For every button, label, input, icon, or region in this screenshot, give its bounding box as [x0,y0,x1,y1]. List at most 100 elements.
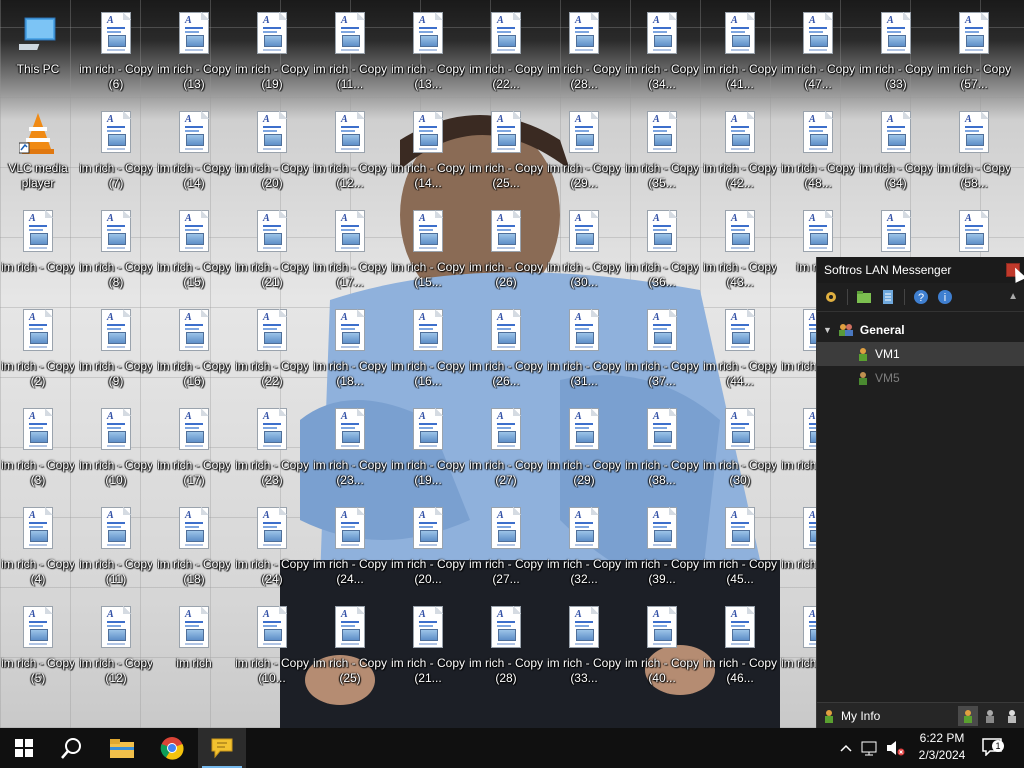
desktop-file-icon[interactable]: Aim rich - Copy (44... [703,301,777,393]
desktop-file-icon[interactable]: Aim rich - Copy [1,202,75,294]
desktop-file-icon[interactable]: Aim rich - Copy (18... [313,301,387,393]
desktop-vlc-shortcut[interactable]: VLC media player [1,103,75,195]
desktop-file-icon[interactable]: Aim rich - Copy (57... [937,4,1011,96]
desktop-file-icon[interactable]: Aim rich - Copy (42... [703,103,777,195]
desktop-file-icon[interactable]: Aim rich - Copy (22) [235,301,309,393]
desktop-file-icon[interactable]: Aim rich - Copy (39... [625,499,699,591]
group-general[interactable]: ▼ General [817,318,1024,342]
desktop-file-icon[interactable]: Aim rich - Copy (23) [235,400,309,492]
desktop-file-icon[interactable]: Aim rich - Copy (24... [313,499,387,591]
desktop-file-icon[interactable]: Aim rich - Copy (48... [781,103,855,195]
desktop-file-icon[interactable]: Aim rich - Copy (5) [1,598,75,690]
desktop-file-icon[interactable]: Aim rich - Copy (28... [547,4,621,96]
status-away-icon[interactable] [980,706,1000,726]
messenger-title-bar[interactable]: Softros LAN Messenger [817,257,1024,283]
desktop-this-pc[interactable]: This PC [1,4,75,96]
desktop-file-icon[interactable]: Aim rich - Copy (27) [469,400,543,492]
desktop-file-icon[interactable]: Aim rich - Copy (26) [469,202,543,294]
desktop-file-icon[interactable]: Aim rich - Copy (37... [625,301,699,393]
desktop-file-icon[interactable]: Aim rich - Copy (22... [469,4,543,96]
help-icon[interactable]: ? [911,287,931,307]
desktop-file-icon[interactable]: Aim rich - Copy (30) [703,400,777,492]
desktop-file-icon[interactable]: Aim rich - Copy (17... [313,202,387,294]
desktop-file-icon[interactable]: Aim rich - Copy (18) [157,499,231,591]
desktop-file-icon[interactable]: Aim rich - Copy (11) [79,499,153,591]
desktop-file-icon[interactable]: Aim rich - Copy (13... [391,4,465,96]
my-info-label[interactable]: My Info [841,709,880,723]
lan-messenger-icon[interactable] [198,728,246,768]
desktop-file-icon[interactable]: Aim rich - Copy (31... [547,301,621,393]
network-icon[interactable] [860,728,880,768]
desktop-file-icon[interactable]: Aim rich - Copy (19... [391,400,465,492]
settings-icon[interactable] [821,287,841,307]
desktop-file-icon[interactable]: Aim rich - Copy (20) [235,103,309,195]
desktop-file-icon[interactable]: Aim rich - Copy (46... [703,598,777,690]
desktop-file-icon[interactable]: Aim rich - Copy (29) [547,400,621,492]
user-item-vm1[interactable]: VM1 [817,342,1024,366]
desktop-file-icon[interactable]: Aim rich - Copy (21) [235,202,309,294]
desktop-file-icon[interactable]: Aim rich [157,598,231,690]
desktop-file-icon[interactable]: Aim rich - Copy (13) [157,4,231,96]
desktop-file-icon[interactable]: Aim rich - Copy (38... [625,400,699,492]
desktop-file-icon[interactable]: Aim rich - Copy (33... [547,598,621,690]
desktop-file-icon[interactable]: Aim rich - Copy (47... [781,4,855,96]
info-icon[interactable]: i [935,287,955,307]
folder-icon[interactable] [854,287,874,307]
message-log-icon[interactable] [878,287,898,307]
start-icon[interactable] [0,728,48,768]
desktop-file-icon[interactable]: Aim rich - Copy (25) [313,598,387,690]
desktop-file-icon[interactable]: Aim rich - Copy (12... [313,103,387,195]
desktop-file-icon[interactable]: Aim rich - Copy (21... [391,598,465,690]
collapse-toolbar-icon[interactable]: ▲ [1008,291,1018,302]
desktop-file-icon[interactable]: Aim rich - Copy (6) [79,4,153,96]
desktop-file-icon[interactable]: Aim rich - Copy (41... [703,4,777,96]
desktop-file-icon[interactable]: Aim rich - Copy (19) [235,4,309,96]
desktop-file-icon[interactable]: Aim rich - Copy (36... [625,202,699,294]
volume-muted-icon[interactable] [884,728,906,768]
desktop-file-icon[interactable]: Aim rich - Copy (11... [313,4,387,96]
desktop-file-icon[interactable]: Aim rich - Copy (58... [937,103,1011,195]
desktop-file-icon[interactable]: Aim rich - Copy (34... [625,4,699,96]
desktop-file-icon[interactable]: Aim rich - Copy (9) [79,301,153,393]
desktop-file-icon[interactable]: Aim rich - Copy (24) [235,499,309,591]
desktop-file-icon[interactable]: Aim rich - Copy (4) [1,499,75,591]
desktop-file-icon[interactable]: Aim rich - Copy (10) [79,400,153,492]
user-item-vm5[interactable]: VM5 [817,366,1024,390]
desktop-file-icon[interactable]: Aim rich - Copy (3) [1,400,75,492]
desktop-file-icon[interactable]: Aim rich - Copy (40... [625,598,699,690]
desktop-file-icon[interactable]: Aim rich - Copy (35... [625,103,699,195]
desktop-file-icon[interactable]: Aim rich - Copy (45... [703,499,777,591]
desktop-file-icon[interactable]: Aim rich - Copy (2) [1,301,75,393]
notification-center-icon[interactable]: 1 [978,728,1008,768]
file-explorer-icon[interactable] [98,728,146,768]
clock[interactable]: 6:22 PM 2/3/2024 [904,730,980,764]
desktop-file-icon[interactable]: Aim rich - Copy (15) [157,202,231,294]
desktop-file-icon[interactable]: Aim rich - Copy (17) [157,400,231,492]
desktop-file-icon[interactable]: Aim rich - Copy (29... [547,103,621,195]
desktop-file-icon[interactable]: Aim rich - Copy (28) [469,598,543,690]
chrome-icon[interactable] [148,728,196,768]
desktop-file-icon[interactable]: Aim rich - Copy (20... [391,499,465,591]
desktop-file-icon[interactable]: Aim rich - Copy (12) [79,598,153,690]
desktop-file-icon[interactable]: Aim rich - Copy (26... [469,301,543,393]
desktop-file-icon[interactable]: Aim rich - Copy (32... [547,499,621,591]
desktop-file-icon[interactable]: Aim rich - Copy (14... [391,103,465,195]
desktop-file-icon[interactable]: Aim rich - Copy (30... [547,202,621,294]
desktop-file-icon[interactable]: Aim rich - Copy (34) [859,103,933,195]
desktop-file-icon[interactable]: Aim rich - Copy (7) [79,103,153,195]
desktop-file-icon[interactable]: Aim rich - Copy (43... [703,202,777,294]
desktop-file-icon[interactable]: Aim rich - Copy (25... [469,103,543,195]
desktop-file-icon[interactable]: Aim rich - Copy (23... [313,400,387,492]
desktop-file-icon[interactable]: Aim rich - Copy (16) [157,301,231,393]
desktop-file-icon[interactable]: Aim rich - Copy (33) [859,4,933,96]
status-offline-icon[interactable] [1002,706,1022,726]
status-available-icon[interactable] [958,706,978,726]
desktop-file-icon[interactable]: Aim rich - Copy (16... [391,301,465,393]
lan-messenger-window[interactable]: Softros LAN Messenger ? i ▲ ▼ General VM… [816,257,1024,728]
desktop-file-icon[interactable]: Aim rich - Copy (15... [391,202,465,294]
desktop-file-icon[interactable]: Aim rich - Copy (14) [157,103,231,195]
chevron-down-icon[interactable]: ▼ [823,325,832,335]
my-info-bar[interactable]: My Info [817,702,1024,728]
desktop-file-icon[interactable]: Aim rich - Copy (8) [79,202,153,294]
desktop-file-icon[interactable]: Aim rich - Copy (27... [469,499,543,591]
